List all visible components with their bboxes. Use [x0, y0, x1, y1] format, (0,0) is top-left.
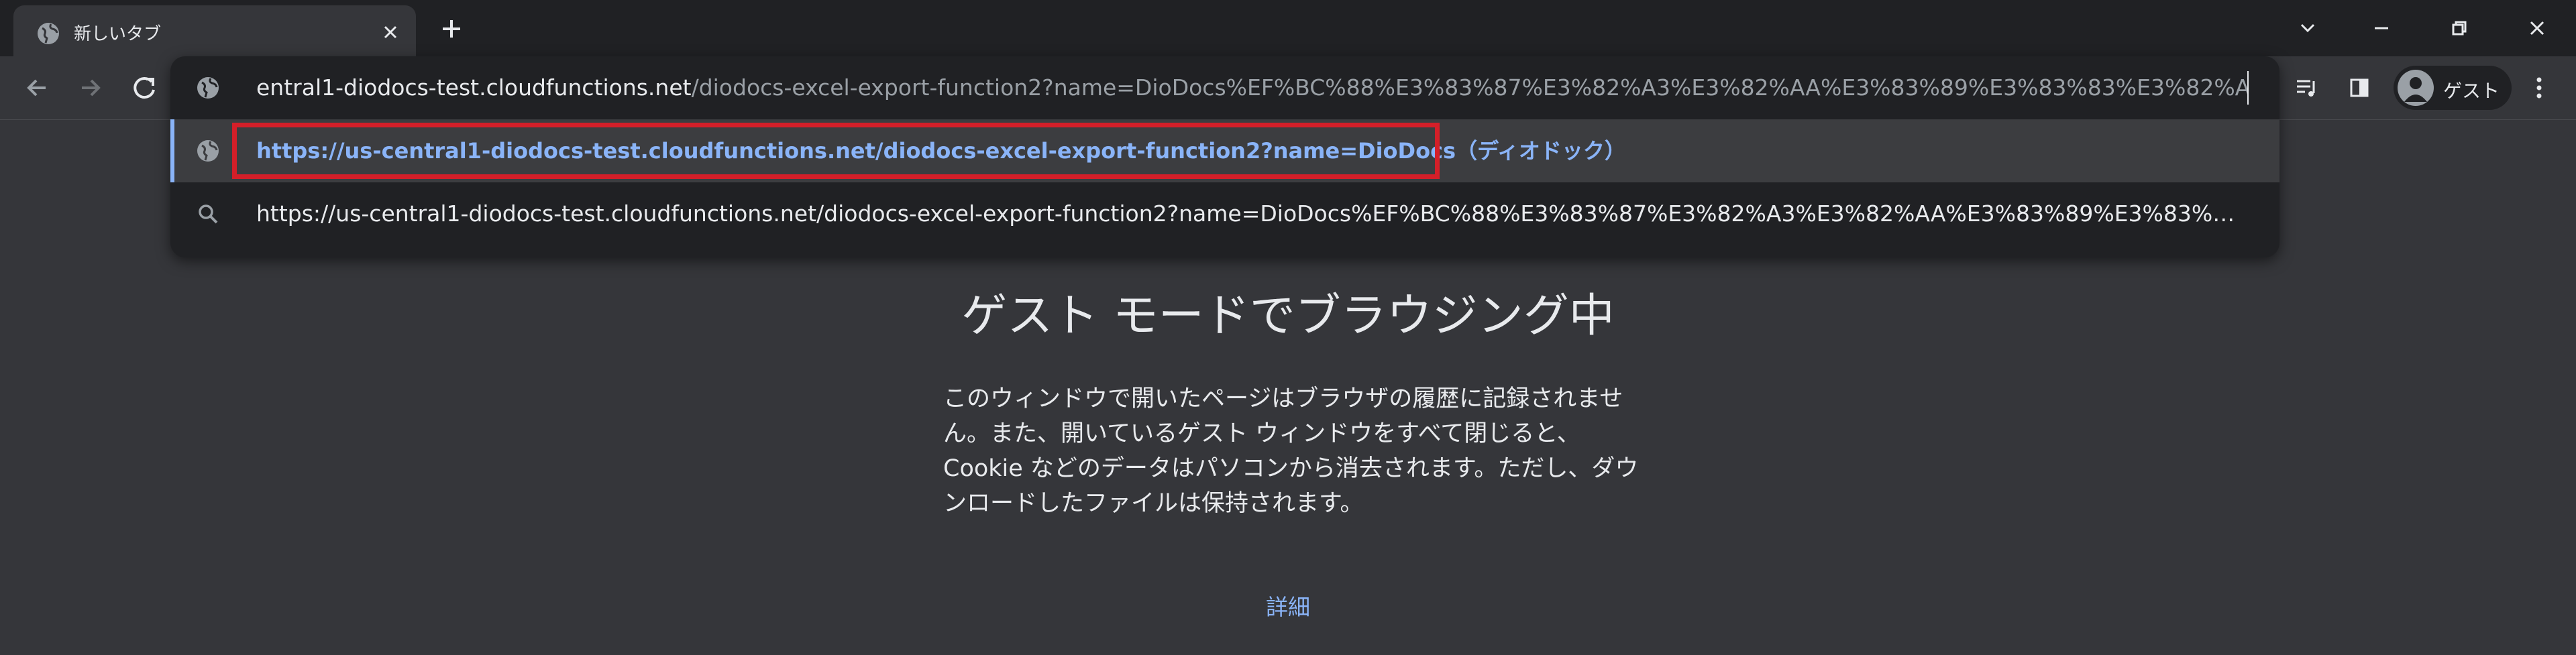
- suggestion-item-search[interactable]: https://us-central1-diodocs-test.cloudfu…: [170, 182, 2279, 245]
- text-caret: [2247, 71, 2249, 105]
- profile-button[interactable]: ゲスト: [2394, 66, 2512, 110]
- more-vert-icon[interactable]: [2521, 70, 2557, 106]
- omnibox-dropdown: entral1-diodocs-test.cloudfunctions.net/…: [170, 56, 2279, 257]
- selection-indicator: [170, 119, 174, 182]
- address-host: entral1-diodocs-test.cloudfunctions.net: [256, 74, 692, 101]
- page-description: このウィンドウで開いたページはブラウザの履歴に記録されませ ん。また、開いている…: [943, 381, 1639, 521]
- tab-new-tab[interactable]: 新しいタブ: [13, 5, 416, 56]
- search-icon: [196, 202, 220, 226]
- description-line: このウィンドウで開いたページはブラウザの履歴に記録されませ: [943, 385, 1623, 412]
- globe-icon: [196, 139, 220, 163]
- minimize-icon[interactable]: [2361, 8, 2402, 48]
- restore-icon[interactable]: [2439, 8, 2479, 48]
- page-title: ゲスト モードでブラウジング中: [961, 290, 1615, 343]
- globe-icon: [196, 76, 220, 100]
- close-icon[interactable]: [2517, 8, 2557, 48]
- profile-label: ゲスト: [2443, 80, 2500, 102]
- address-bar[interactable]: entral1-diodocs-test.cloudfunctions.net/…: [170, 56, 2279, 119]
- address-input[interactable]: entral1-diodocs-test.cloudfunctions.net/…: [256, 56, 2249, 119]
- arrow-left-icon[interactable]: [19, 70, 55, 106]
- plus-icon[interactable]: [435, 12, 468, 46]
- media-queue-icon[interactable]: [2289, 70, 2325, 106]
- chevron-down-icon[interactable]: [2288, 8, 2328, 48]
- suggestion-item-url[interactable]: https://us-central1-diodocs-test.cloudfu…: [170, 119, 2279, 182]
- title-bar: 新しいタブ: [0, 0, 2576, 56]
- side-panel-icon[interactable]: [2341, 70, 2377, 106]
- description-line: ん。また、開いているゲスト ウィンドウをすべて閉じると、: [943, 420, 1580, 447]
- learn-more-link[interactable]: 詳細: [0, 589, 2576, 621]
- suggestion-label: https://us-central1-diodocs-test.cloudfu…: [256, 200, 2242, 227]
- person-icon: [2398, 70, 2434, 106]
- description-line: ンロードしたファイルは保持されます。: [943, 490, 1364, 517]
- arrow-right-icon[interactable]: [72, 70, 109, 106]
- description-line: Cookie などのデータはパソコンから消去されます。ただし、ダウ: [943, 455, 1639, 482]
- reload-icon[interactable]: [126, 70, 162, 106]
- close-icon[interactable]: [376, 17, 405, 47]
- red-highlight-box: [232, 123, 1440, 179]
- tab-title: 新しいタブ: [74, 24, 162, 44]
- address-path: /diodocs-excel-export-function2?name=Dio…: [691, 74, 2249, 101]
- globe-icon: [36, 21, 60, 46]
